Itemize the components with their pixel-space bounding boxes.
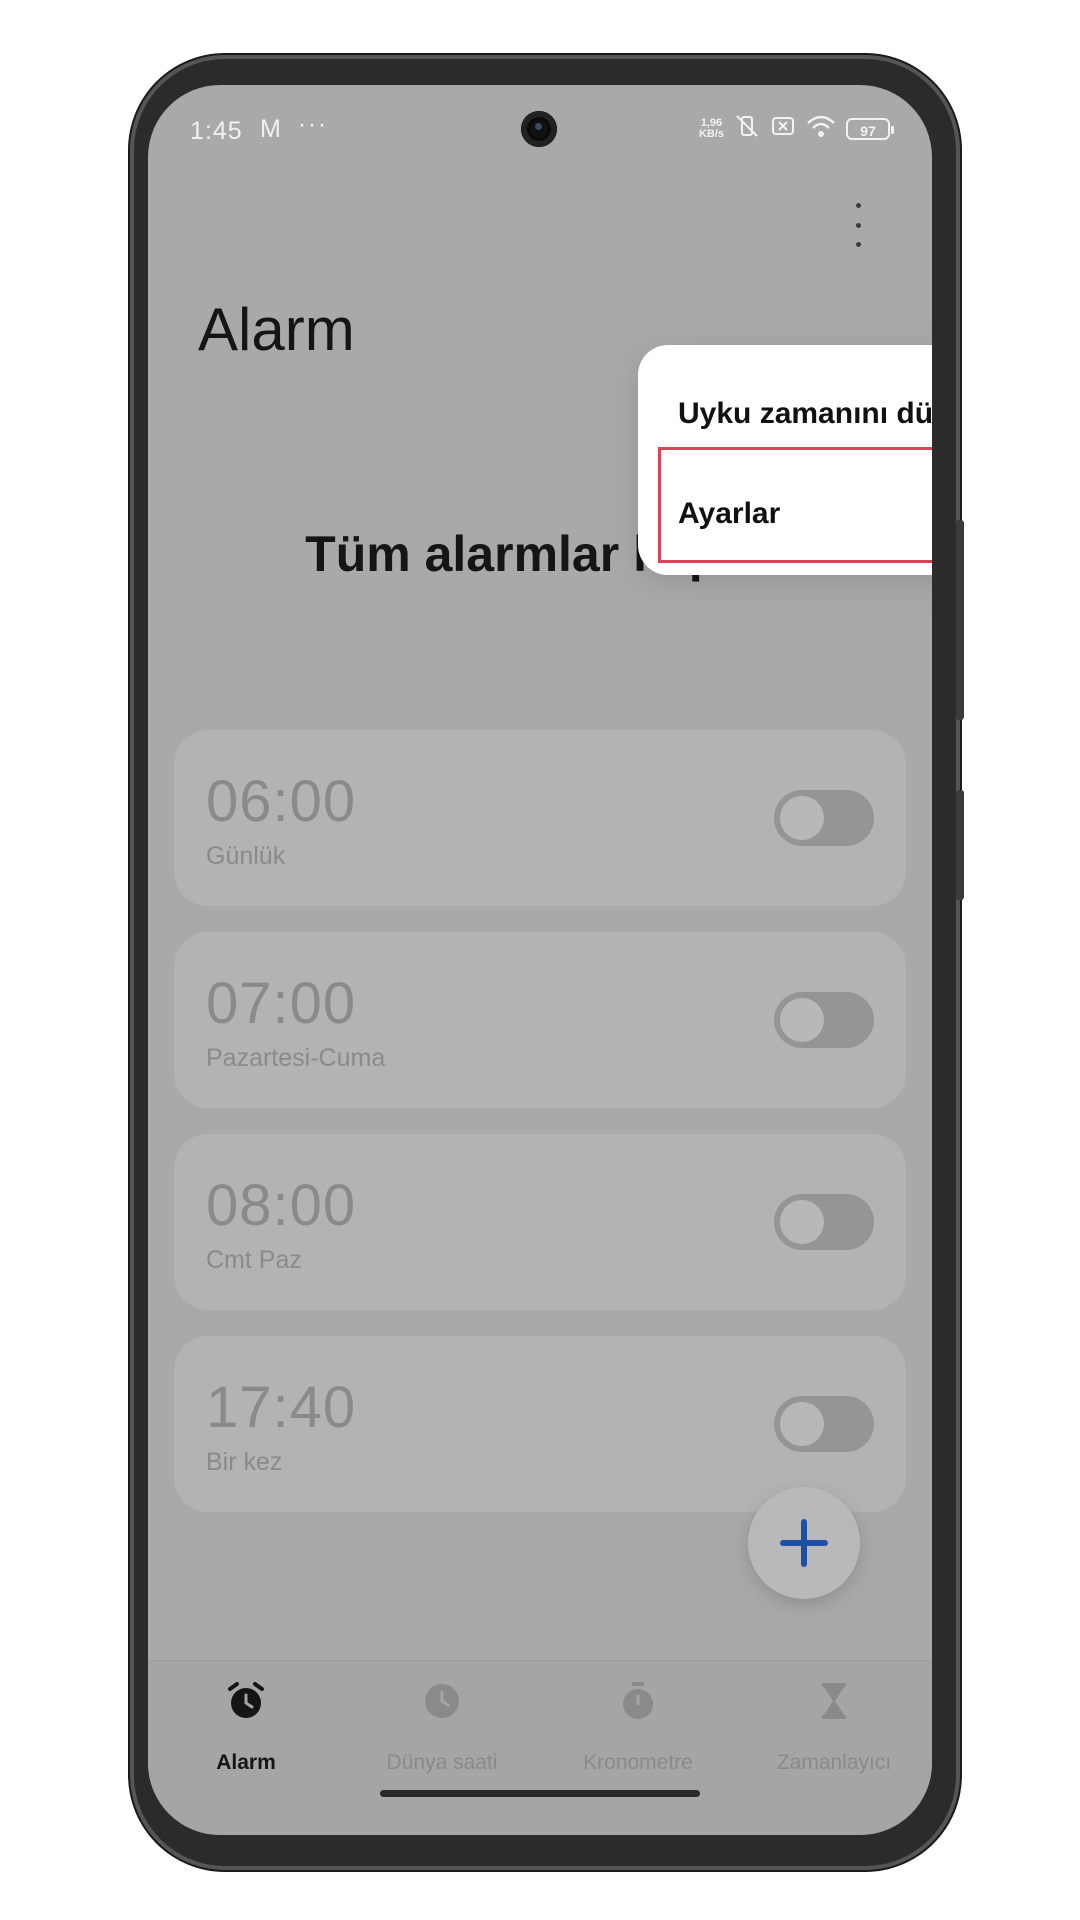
status-time: 1:45 <box>190 117 243 145</box>
tab-timer[interactable]: Zamanlayıcı <box>736 1661 932 1791</box>
tab-label: Kronometre <box>583 1751 693 1774</box>
hourglass-icon <box>814 1681 854 1721</box>
home-indicator[interactable] <box>380 1790 700 1797</box>
volume-button <box>956 790 964 900</box>
stopwatch-icon <box>618 1681 658 1721</box>
alarm-repeat: Cmt Paz <box>206 1246 302 1274</box>
tab-label: Zamanlayıcı <box>776 1751 892 1774</box>
alarm-repeat: Günlük <box>206 842 286 870</box>
alarm-item[interactable]: 08:00 Cmt Paz <box>174 1134 906 1310</box>
alarm-time: 07:00 <box>206 971 357 1036</box>
tab-label: Dünya saati <box>386 1751 498 1774</box>
device-stage: 1:45 M ··· 1,96 KB/s 97 Alarm Tüm alarml… <box>0 0 1080 1920</box>
status-icons: 1,96 KB/s 97 <box>699 113 894 145</box>
alarm-toggle[interactable] <box>774 1396 874 1452</box>
alarm-item[interactable]: 17:40 Bir kez <box>174 1336 906 1512</box>
gmail-icon: M <box>260 115 281 143</box>
overflow-menu: Uyku zamanını düzenle Ayarlar <box>638 345 932 575</box>
tab-stopwatch[interactable]: Kronometre <box>540 1661 736 1791</box>
clock-icon <box>422 1681 462 1721</box>
vibrate-off-icon <box>734 113 760 145</box>
alarm-time: 08:00 <box>206 1173 357 1238</box>
alarm-item[interactable]: 06:00 Günlük <box>174 730 906 906</box>
sim-off-icon <box>770 113 796 145</box>
network-speed: 1,96 KB/s <box>699 118 724 140</box>
screen: 1:45 M ··· 1,96 KB/s 97 Alarm Tüm alarml… <box>148 85 932 1835</box>
wifi-icon <box>806 113 836 145</box>
status-bar: 1:45 M ··· 1,96 KB/s 97 <box>148 85 932 175</box>
alarm-time: 17:40 <box>206 1375 357 1440</box>
alarm-time: 06:00 <box>206 769 357 834</box>
alarm-repeat: Pazartesi-Cuma <box>206 1044 386 1072</box>
front-camera <box>521 111 557 147</box>
menu-item-edit-sleep-time[interactable]: Uyku zamanını düzenle <box>678 397 932 431</box>
tab-alarm[interactable]: Alarm <box>148 1661 344 1791</box>
add-alarm-button[interactable] <box>748 1487 860 1599</box>
alarm-clock-icon <box>226 1681 266 1721</box>
more-options-button[interactable] <box>843 195 873 255</box>
alarm-toggle[interactable] <box>774 992 874 1048</box>
alarm-toggle[interactable] <box>774 1194 874 1250</box>
tab-label: Alarm <box>216 1751 276 1774</box>
plus-icon <box>780 1519 828 1567</box>
alarm-toggle[interactable] <box>774 790 874 846</box>
bottom-navigation: Alarm Dünya saati Kronometre Zamanlayıcı <box>148 1660 932 1835</box>
page-title: Alarm <box>198 296 355 363</box>
network-speed-unit: KB/s <box>698 128 724 140</box>
power-button <box>956 520 964 720</box>
alarm-item[interactable]: 07:00 Pazartesi-Cuma <box>174 932 906 1108</box>
alarm-repeat: Bir kez <box>206 1448 283 1476</box>
more-notifications-icon: ··· <box>298 111 328 138</box>
battery-icon: 97 <box>846 118 894 140</box>
tab-world-clock[interactable]: Dünya saati <box>344 1661 540 1791</box>
menu-item-settings[interactable]: Ayarlar <box>678 497 780 531</box>
